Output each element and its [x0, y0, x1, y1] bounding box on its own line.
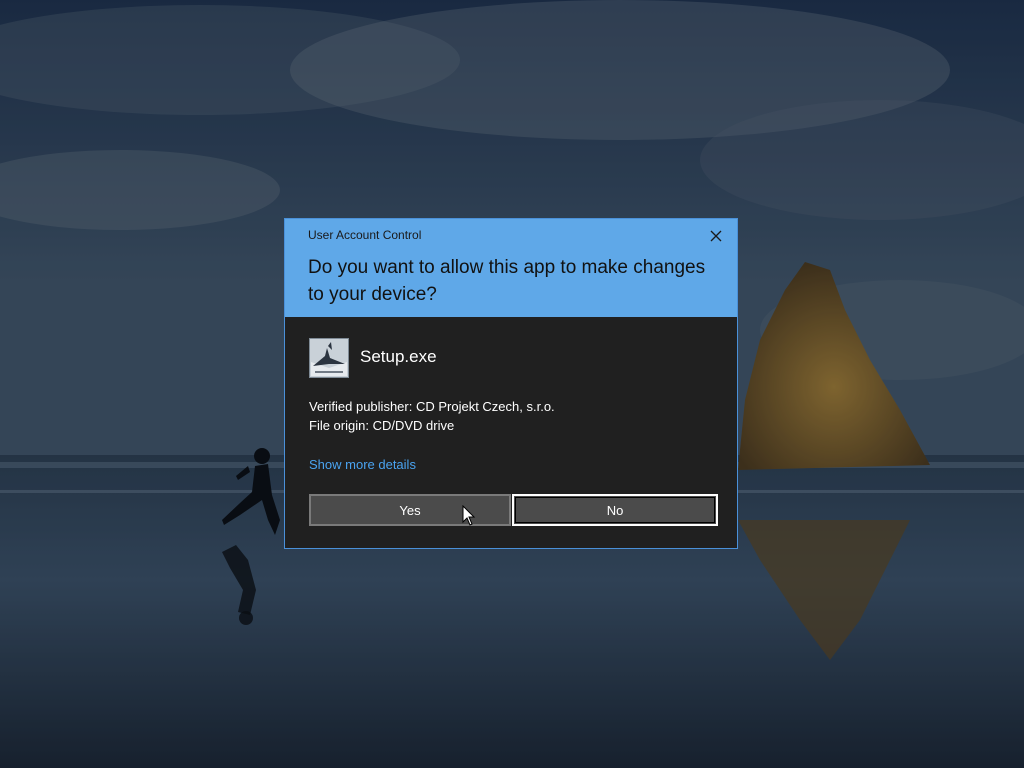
- show-details-link[interactable]: Show more details: [309, 457, 416, 472]
- no-button[interactable]: No: [512, 494, 718, 526]
- dialog-caption: User Account Control: [308, 228, 422, 242]
- origin-line: File origin: CD/DVD drive: [309, 418, 455, 433]
- setup-app-icon: [309, 338, 349, 378]
- dialog-question: Do you want to allow this app to make ch…: [308, 257, 706, 305]
- publisher-line: Verified publisher: CD Projekt Czech, s.…: [309, 399, 555, 414]
- close-icon[interactable]: [705, 226, 727, 246]
- uac-header: User Account Control Do you want to allo…: [285, 219, 737, 317]
- yes-button[interactable]: Yes: [309, 494, 511, 526]
- app-name: Setup.exe: [360, 347, 437, 366]
- uac-dialog: User Account Control Do you want to allo…: [284, 218, 738, 549]
